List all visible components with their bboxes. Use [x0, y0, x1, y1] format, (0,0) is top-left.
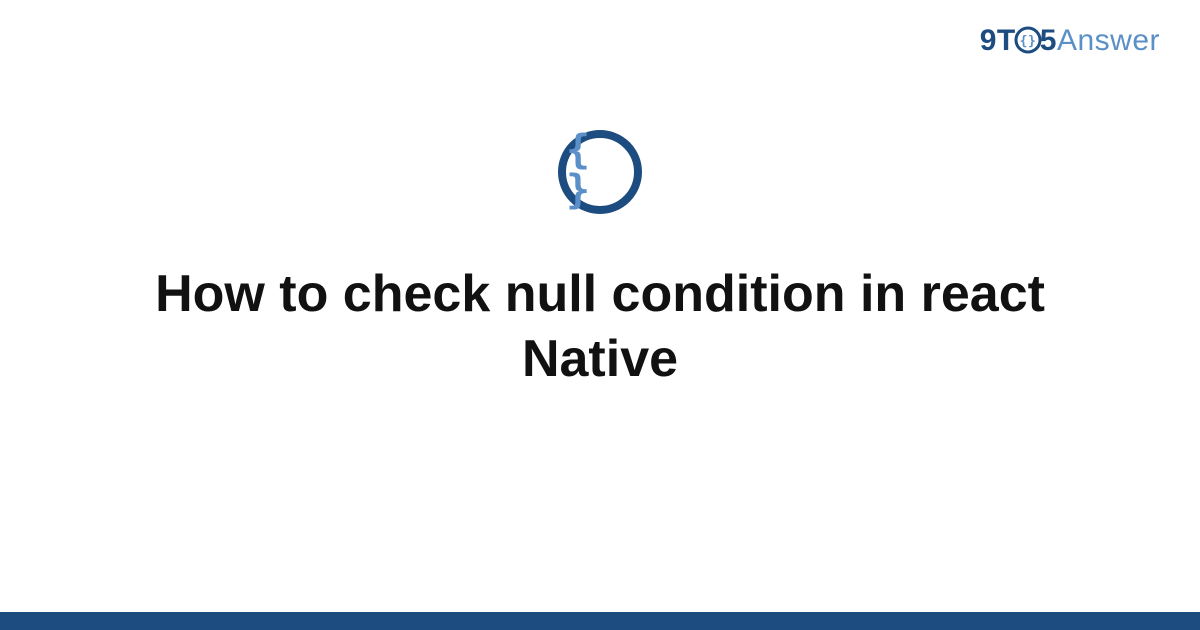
braces-circle-icon: {} [1014, 26, 1042, 62]
site-logo: 9T{} 5Answer [980, 24, 1160, 62]
logo-text-middle: 5 [1040, 24, 1057, 57]
page-title: How to check null condition in react Nat… [120, 262, 1080, 392]
content-area: { } How to check null condition in react… [0, 130, 1200, 392]
category-badge: { } [558, 130, 642, 214]
logo-text-suffix: Answer [1057, 24, 1160, 57]
curly-braces-icon: { } [566, 130, 634, 210]
footer-bar [0, 612, 1200, 630]
logo-text-prefix: 9T [980, 24, 1016, 57]
svg-text:{}: {} [1019, 34, 1036, 49]
